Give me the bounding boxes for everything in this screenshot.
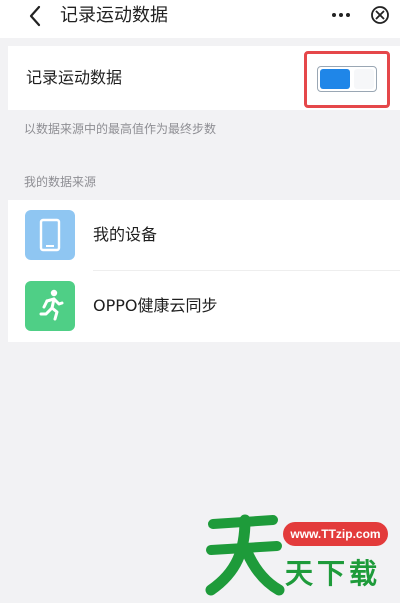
source-label-oppo-health-cloud-sync: OPPO健康云同步 xyxy=(93,296,218,315)
data-source-list: 我的设备 OPPO健康云同步 xyxy=(8,200,400,342)
chevron-left-icon[interactable] xyxy=(24,4,46,28)
watermark-url: www.TTzip.com xyxy=(283,522,388,546)
record-sport-data-toggle[interactable] xyxy=(317,66,377,92)
toggle-description: 以数据来源中的最高值作为最终步数 xyxy=(24,122,217,136)
toggle-thumb xyxy=(354,69,374,89)
record-sport-data-row: 记录运动数据 xyxy=(8,46,400,110)
watermark: www.TTzip.com 天下载 xyxy=(205,510,400,600)
running-icon xyxy=(25,281,75,331)
list-item-my-device[interactable]: 我的设备 xyxy=(8,200,400,271)
phone-icon xyxy=(25,210,75,260)
list-item-oppo-health-cloud-sync[interactable]: OPPO健康云同步 xyxy=(8,271,400,342)
watermark-logo xyxy=(205,510,285,596)
more-dots-icon[interactable] xyxy=(328,6,354,24)
toggle-on-fill xyxy=(320,69,350,89)
source-label-my-device: 我的设备 xyxy=(93,225,158,244)
data-sources-section-label: 我的数据来源 xyxy=(24,175,97,189)
close-circle-icon[interactable] xyxy=(370,5,390,25)
record-sport-data-label: 记录运动数据 xyxy=(26,68,123,87)
top-bar: 记录运动数据 xyxy=(0,0,400,38)
page-title: 记录运动数据 xyxy=(60,5,168,26)
watermark-text: 天下载 xyxy=(285,557,382,590)
